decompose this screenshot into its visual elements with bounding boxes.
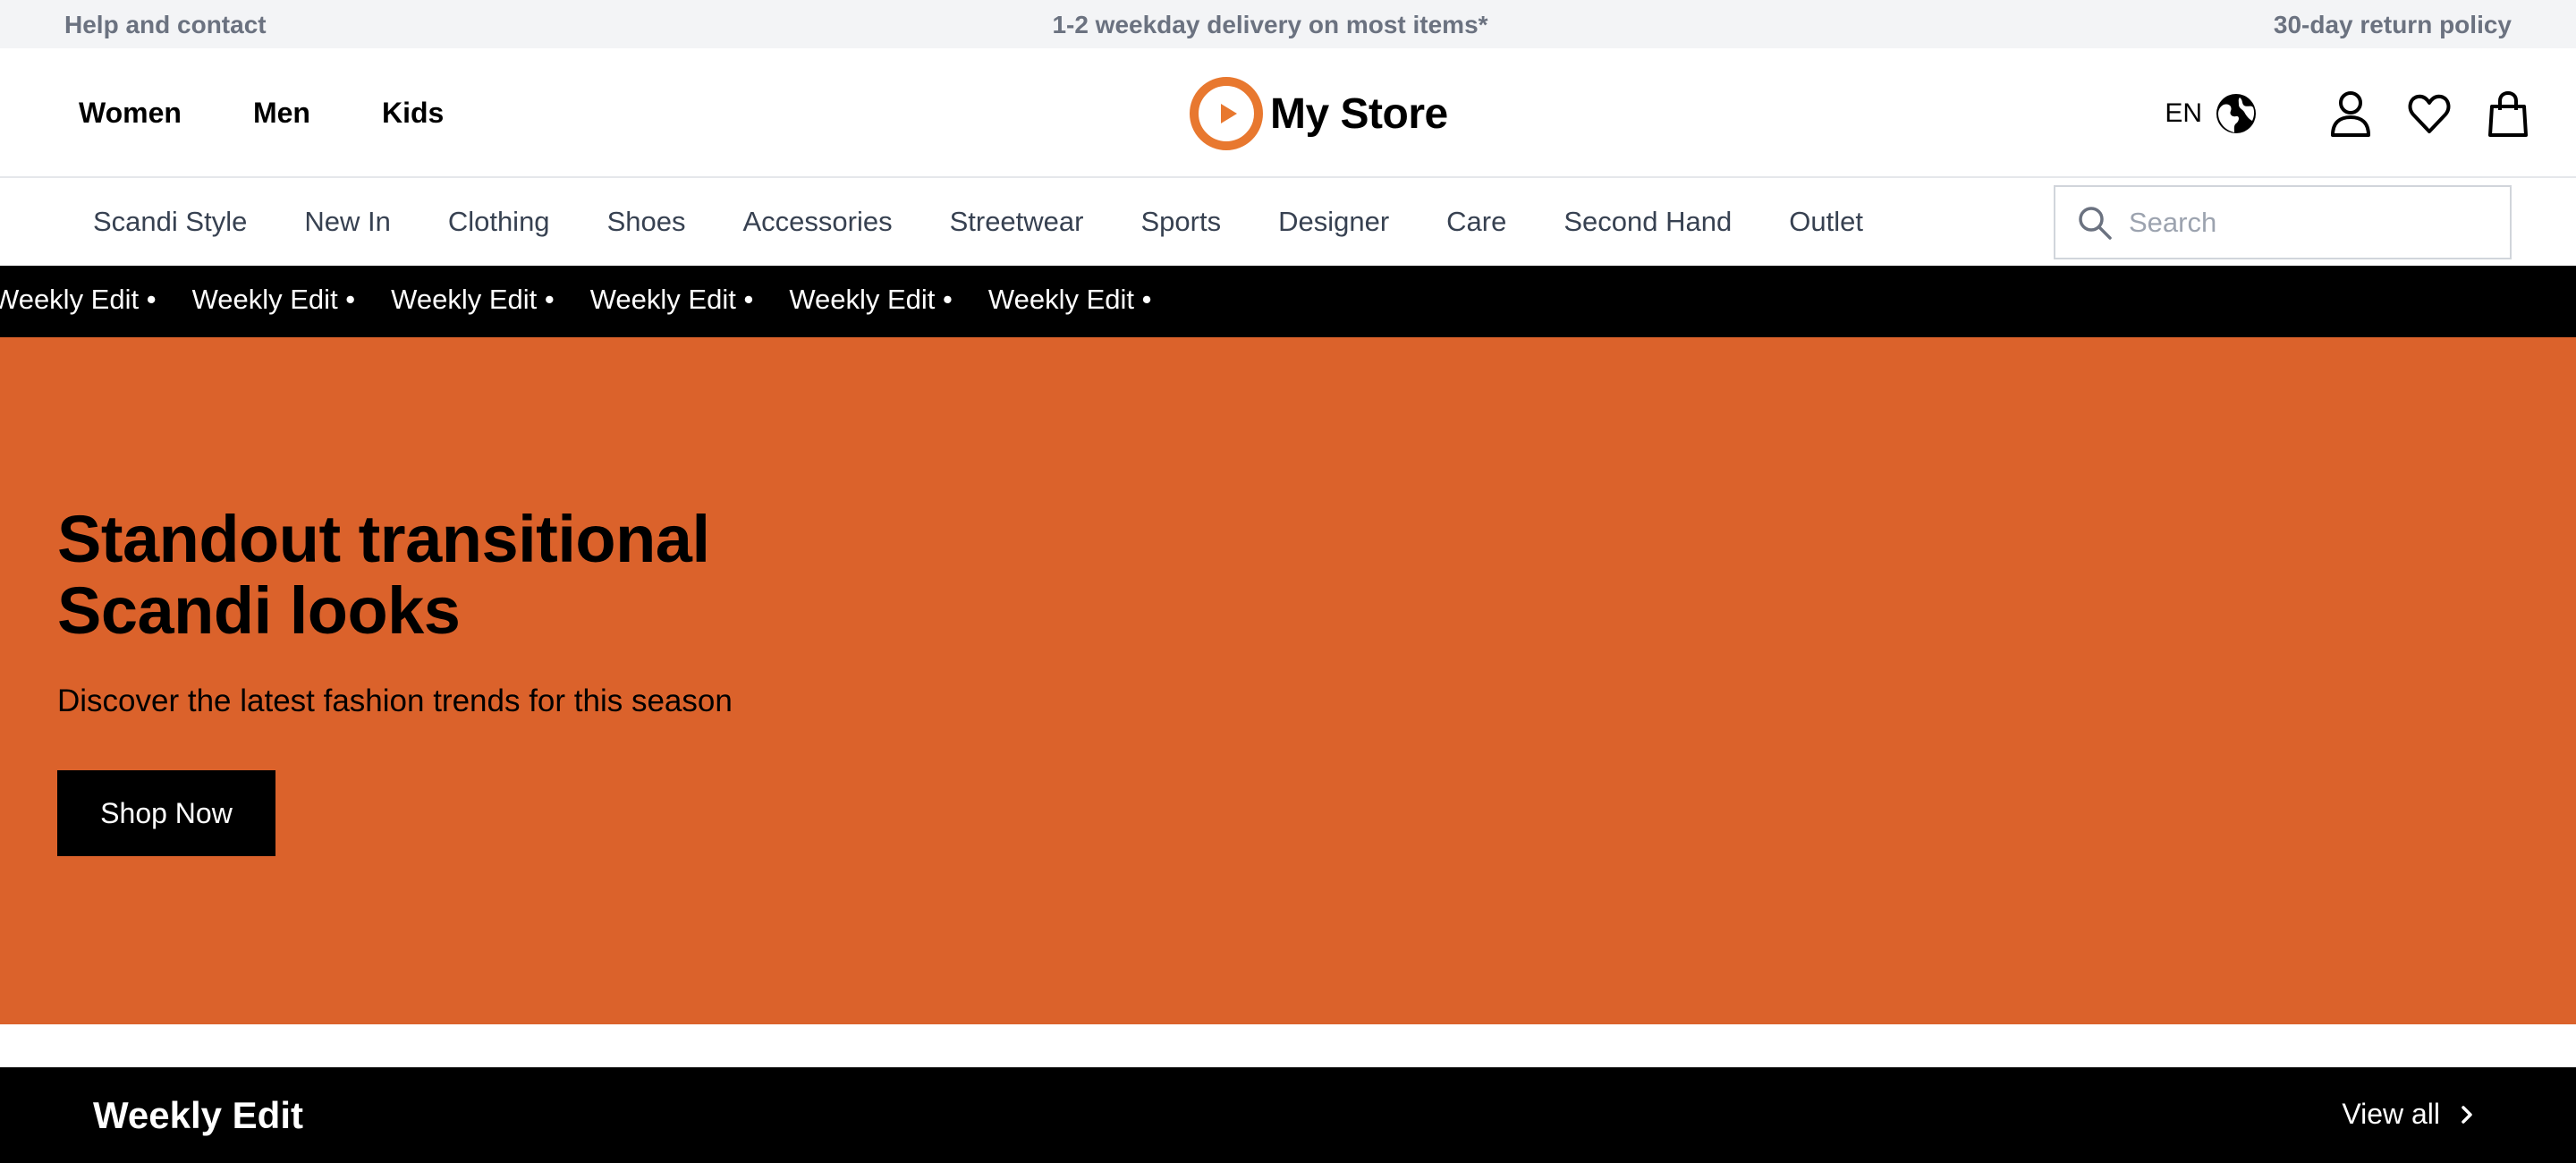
view-all-label: View all — [2342, 1098, 2440, 1130]
marquee-item[interactable]: Weekly Edit • — [192, 284, 356, 316]
search-icon[interactable] — [2077, 205, 2113, 241]
category-sports[interactable]: Sports — [1140, 206, 1221, 238]
brand-name: My Store — [1270, 89, 1448, 138]
hero-title-line-2: Scandi looks — [57, 573, 461, 648]
search-input[interactable] — [2129, 206, 2487, 239]
nav-kids[interactable]: Kids — [382, 97, 444, 130]
hero-title-line-1: Standout transitional — [57, 502, 710, 576]
marquee-item[interactable]: Weekly Edit • — [789, 284, 953, 316]
delivery-notice: 1-2 weekday delivery on most items* — [1052, 11, 1488, 38]
hero-subtitle: Discover the latest fashion trends for t… — [57, 683, 733, 718]
hero-title: Standout transitional Scandi looks — [57, 504, 862, 647]
category-scandi-style[interactable]: Scandi Style — [93, 206, 247, 238]
marquee-track: Weekly Edit • Weekly Edit • Weekly Edit … — [0, 284, 1187, 316]
utility-bar: Help and contact 1-2 weekday delivery on… — [0, 0, 2576, 48]
main-header: Women Men Kids My Store EN — [0, 48, 2576, 178]
marquee-item[interactable]: Weekly Edit • — [590, 284, 754, 316]
category-streetwear[interactable]: Streetwear — [950, 206, 1084, 238]
gender-nav: Women Men Kids — [79, 48, 515, 178]
return-policy-link[interactable]: 30-day return policy — [2274, 11, 2512, 39]
marquee-item[interactable]: Weekly Edit • — [391, 284, 555, 316]
chevron-right-icon — [2462, 1105, 2472, 1124]
category-accessories[interactable]: Accessories — [742, 206, 892, 238]
category-new-in[interactable]: New In — [304, 206, 390, 238]
shop-now-button[interactable]: Shop Now — [57, 770, 275, 856]
shopping-bag-icon[interactable] — [2487, 90, 2529, 137]
category-bar: Scandi Style New In Clothing Shoes Acces… — [0, 178, 2576, 266]
language-selector[interactable]: EN — [2165, 92, 2258, 135]
category-second-hand[interactable]: Second Hand — [1563, 206, 1732, 238]
brand-logo-icon — [1190, 77, 1263, 150]
nav-men[interactable]: Men — [253, 97, 310, 130]
category-shoes[interactable]: Shoes — [607, 206, 686, 238]
header-utility-icons: EN — [2165, 48, 2529, 178]
language-code: EN — [2165, 98, 2202, 128]
globe-icon — [2216, 93, 2256, 133]
heart-icon[interactable] — [2408, 90, 2451, 137]
view-all-link[interactable]: View all — [2342, 1098, 2478, 1131]
brand-logo-link[interactable]: My Store — [1190, 77, 1448, 150]
category-clothing[interactable]: Clothing — [448, 206, 550, 238]
user-icon[interactable] — [2329, 90, 2372, 137]
weekly-edit-marquee: Weekly Edit • Weekly Edit • Weekly Edit … — [0, 266, 2576, 337]
hero-banner: Standout transitional Scandi looks Disco… — [0, 337, 2576, 1024]
category-outlet[interactable]: Outlet — [1789, 206, 1863, 238]
category-nav: Scandi Style New In Clothing Shoes Acces… — [93, 178, 1920, 266]
marquee-item[interactable]: Weekly Edit • — [988, 284, 1152, 316]
marquee-item[interactable]: Weekly Edit • — [0, 284, 157, 316]
search-box — [2054, 185, 2512, 259]
weekly-edit-title: Weekly Edit — [93, 1094, 303, 1136]
nav-women[interactable]: Women — [79, 97, 182, 130]
category-designer[interactable]: Designer — [1278, 206, 1389, 238]
category-care[interactable]: Care — [1446, 206, 1506, 238]
weekly-edit-section: Weekly Edit View all — [0, 1067, 2576, 1163]
